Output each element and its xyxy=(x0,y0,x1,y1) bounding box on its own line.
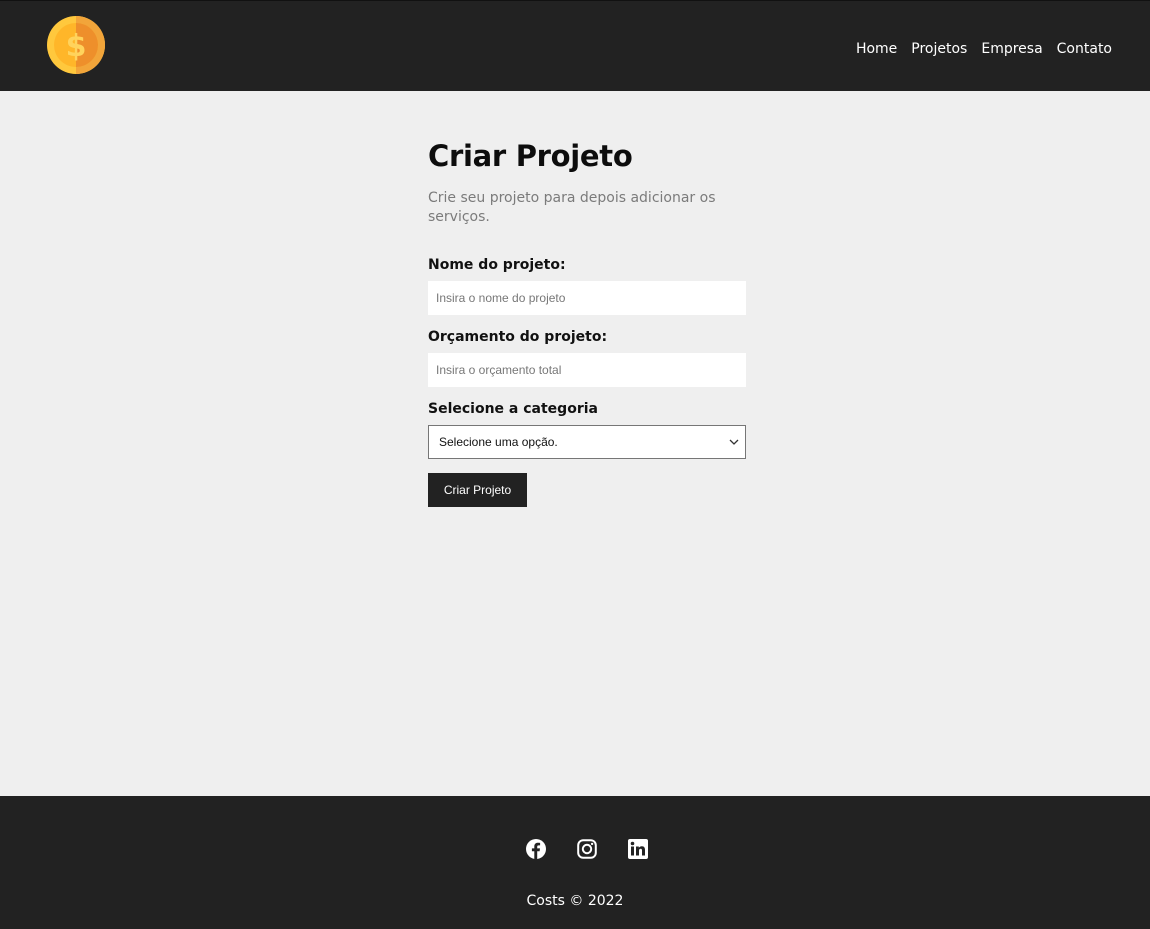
instagram-link[interactable] xyxy=(577,839,597,859)
copyright-text: Costs © 2022 xyxy=(526,893,624,909)
project-name-label: Nome do projeto: xyxy=(428,257,566,273)
category-field-group: Selecione a categoria Selecione uma opçã… xyxy=(428,401,746,459)
create-project-button[interactable]: Criar Projeto xyxy=(428,473,527,507)
nav-link-home[interactable]: Home xyxy=(856,41,897,57)
linkedin-link[interactable] xyxy=(628,839,648,859)
project-name-input[interactable] xyxy=(428,281,746,315)
footer: Costs © 2022 xyxy=(0,796,1150,929)
budget-field-group: Orçamento do projeto: xyxy=(428,329,746,387)
instagram-icon xyxy=(577,839,597,859)
svg-text:$: $ xyxy=(66,29,87,64)
social-links xyxy=(526,839,648,859)
category-label: Selecione a categoria xyxy=(428,401,598,417)
project-budget-input[interactable] xyxy=(428,353,746,387)
nav-menu: Home Projetos Empresa Contato xyxy=(842,38,1112,57)
navbar: $ Home Projetos Empresa Contato xyxy=(0,0,1150,91)
facebook-link[interactable] xyxy=(526,839,546,859)
nav-link-empresa[interactable]: Empresa xyxy=(981,41,1042,57)
linkedin-icon xyxy=(628,839,648,859)
logo-link[interactable]: $ xyxy=(46,15,106,75)
main-content: Criar Projeto Crie seu projeto para depo… xyxy=(0,91,1150,796)
project-form: Nome do projeto: Orçamento do projeto: S… xyxy=(428,257,746,507)
gold-coin-dollar-icon: $ xyxy=(47,16,105,74)
nav-link-projetos[interactable]: Projetos xyxy=(911,41,967,57)
facebook-icon xyxy=(526,839,546,859)
chevron-down-icon xyxy=(729,439,739,445)
page-title: Criar Projeto xyxy=(428,139,633,173)
nav-link-contato[interactable]: Contato xyxy=(1057,41,1112,57)
category-selected-value: Selecione uma opção. xyxy=(439,435,558,449)
project-budget-label: Orçamento do projeto: xyxy=(428,329,608,345)
new-project-container: Criar Projeto Crie seu projeto para depo… xyxy=(428,139,746,507)
name-field-group: Nome do projeto: xyxy=(428,257,746,315)
category-select[interactable]: Selecione uma opção. xyxy=(428,425,746,459)
page-subtitle: Crie seu projeto para depois adicionar o… xyxy=(428,190,716,225)
